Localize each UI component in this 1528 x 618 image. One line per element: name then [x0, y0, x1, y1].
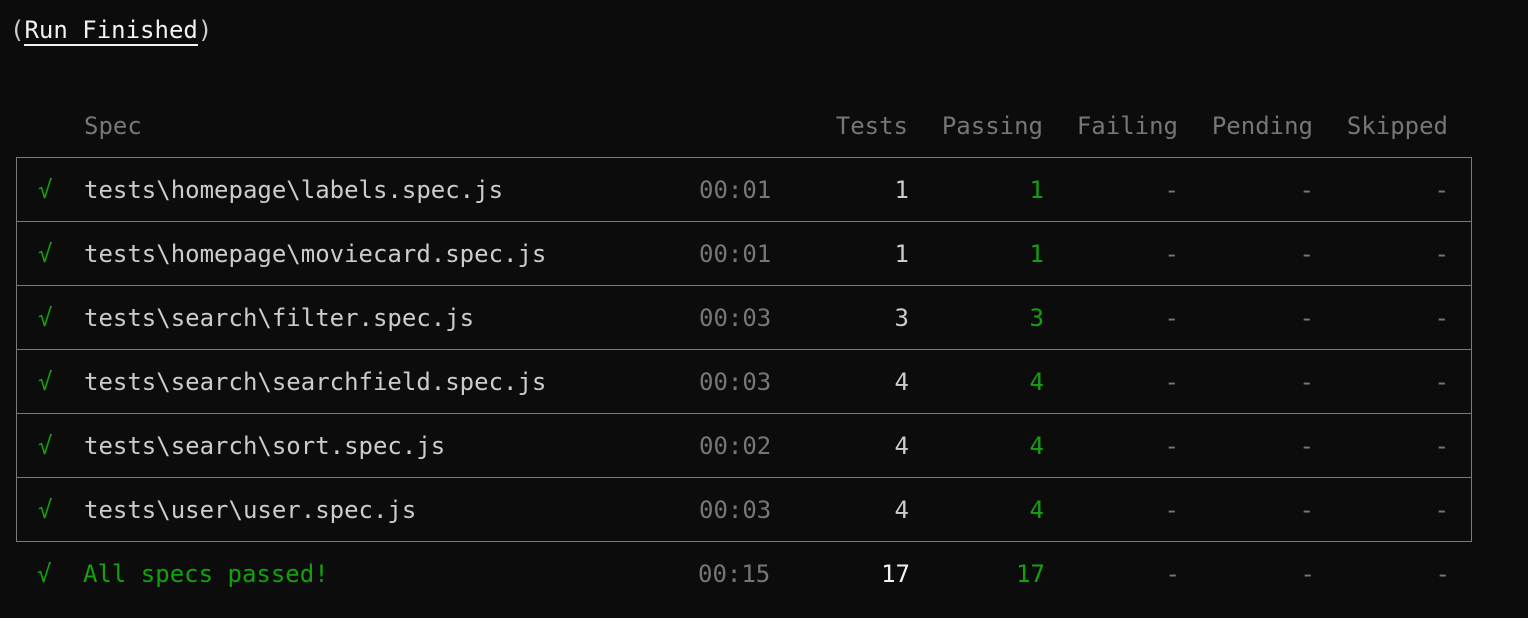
passing-count: 1 [1029, 176, 1044, 204]
spec-duration: 00:03 [699, 304, 772, 332]
summary-text: All specs passed! [83, 560, 329, 588]
table-row: √ tests\homepage\moviecard.spec.js 00:01… [17, 222, 1471, 286]
check-icon: √ [38, 176, 53, 204]
header-skipped: Skipped [1346, 112, 1448, 140]
tests-count: 4 [894, 496, 909, 524]
header-tests: Tests [835, 112, 908, 140]
check-icon: √ [38, 304, 53, 332]
table-row: √ tests\user\user.spec.js 00:03 4 4 - - … [17, 478, 1471, 542]
pending-count: - [1299, 432, 1314, 460]
passing-count: 4 [1029, 368, 1044, 396]
tests-count: 3 [894, 304, 909, 332]
total-duration: 00:15 [698, 560, 771, 588]
tests-count: 1 [894, 176, 909, 204]
summary-row: √ All specs passed! 00:15 17 17 - - - [16, 542, 1472, 606]
skipped-count: - [1434, 368, 1449, 396]
total-skipped: - [1435, 560, 1450, 588]
spec-duration: 00:02 [699, 432, 772, 460]
failing-count: - [1164, 368, 1179, 396]
header-failing: Failing [1076, 112, 1178, 140]
failing-count: - [1164, 176, 1179, 204]
passing-count: 4 [1029, 432, 1044, 460]
table-row: √ tests\search\filter.spec.js 00:03 3 3 … [17, 286, 1471, 350]
spec-name: tests\homepage\labels.spec.js [84, 176, 504, 204]
results-table-header: Spec Tests Passing Failing Pending Skipp… [0, 111, 1528, 141]
spec-duration: 00:03 [699, 368, 772, 396]
tests-count: 1 [894, 240, 909, 268]
pending-count: - [1299, 368, 1314, 396]
check-icon: √ [38, 240, 53, 268]
skipped-count: - [1434, 304, 1449, 332]
failing-count: - [1164, 304, 1179, 332]
tests-count: 4 [894, 368, 909, 396]
total-pending: - [1300, 560, 1315, 588]
spec-name: tests\search\searchfield.spec.js [84, 368, 547, 396]
skipped-count: - [1434, 240, 1449, 268]
table-row: √ tests\homepage\labels.spec.js 00:01 1 … [17, 158, 1471, 222]
header-pending: Pending [1211, 112, 1313, 140]
tests-count: 4 [894, 432, 909, 460]
spec-name: tests\homepage\moviecard.spec.js [84, 240, 547, 268]
skipped-count: - [1434, 432, 1449, 460]
check-icon: √ [38, 432, 53, 460]
passing-count: 3 [1029, 304, 1044, 332]
spec-duration: 00:03 [699, 496, 772, 524]
passing-count: 1 [1029, 240, 1044, 268]
skipped-count: - [1434, 496, 1449, 524]
spec-duration: 00:01 [699, 240, 772, 268]
pending-count: - [1299, 304, 1314, 332]
spec-name: tests\search\filter.spec.js [84, 304, 475, 332]
total-tests: 17 [881, 560, 910, 588]
failing-count: - [1164, 496, 1179, 524]
spec-duration: 00:01 [699, 176, 772, 204]
table-row: √ tests\search\sort.spec.js 00:02 4 4 - … [17, 414, 1471, 478]
check-icon: √ [38, 496, 53, 524]
spec-name: tests\user\user.spec.js [84, 496, 417, 524]
pending-count: - [1299, 496, 1314, 524]
close-paren: ) [197, 16, 213, 44]
table-row: √ tests\search\searchfield.spec.js 00:03… [17, 350, 1471, 414]
header-spec: Spec [84, 112, 142, 140]
header-passing: Passing [941, 112, 1043, 140]
passing-count: 4 [1029, 496, 1044, 524]
total-failing: - [1165, 560, 1180, 588]
pending-count: - [1299, 240, 1314, 268]
results-table: √ tests\homepage\labels.spec.js 00:01 1 … [16, 157, 1472, 542]
run-finished-label: Run Finished [24, 16, 198, 46]
check-icon: √ [37, 560, 52, 588]
run-finished-title: (Run Finished) [10, 15, 213, 46]
open-paren: ( [10, 16, 25, 44]
pending-count: - [1299, 176, 1314, 204]
spec-name: tests\search\sort.spec.js [84, 432, 446, 460]
failing-count: - [1164, 240, 1179, 268]
skipped-count: - [1434, 176, 1449, 204]
failing-count: - [1164, 432, 1179, 460]
check-icon: √ [38, 368, 53, 396]
total-passing: 17 [1016, 560, 1045, 588]
